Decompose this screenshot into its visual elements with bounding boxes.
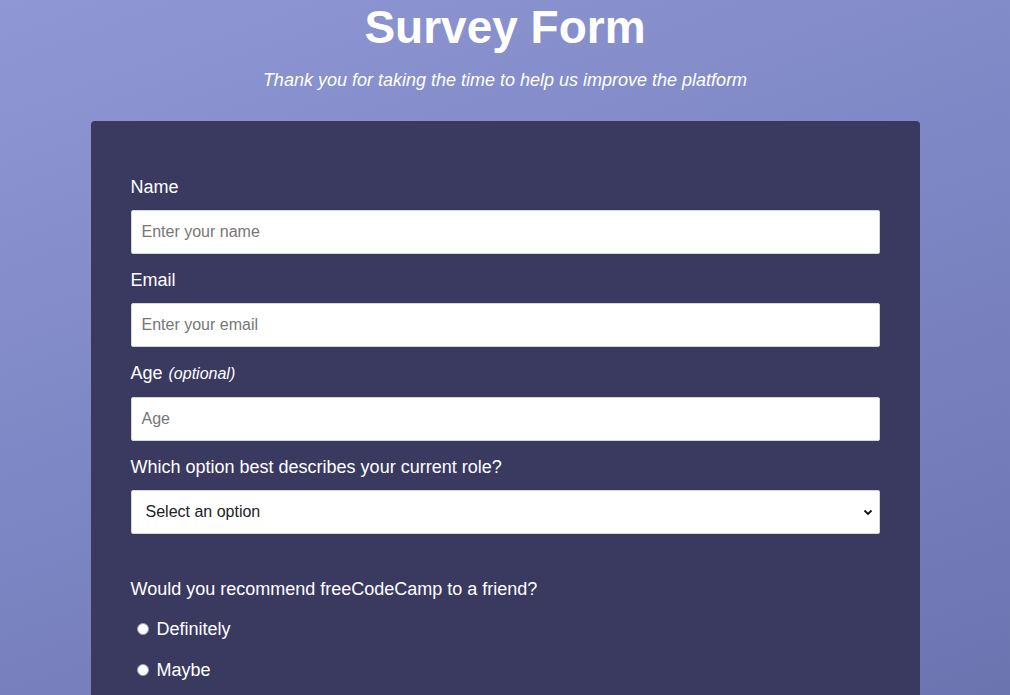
- form-field: Which option best describes your current…: [131, 455, 880, 534]
- input-placeholder: Age: [142, 407, 170, 431]
- input-placeholder: Enter your email: [142, 313, 259, 337]
- field-label: Which option best describes your current…: [131, 455, 880, 479]
- form-field: Email Enter your email: [131, 268, 880, 347]
- text-input[interactable]: Age: [131, 397, 880, 441]
- radio-group-label: Would you recommend freeCodeCamp to a fr…: [131, 577, 880, 601]
- field-label: Name: [131, 175, 880, 199]
- select-value: Select an option: [146, 500, 261, 524]
- page-title: Survey Form: [0, 0, 1010, 54]
- field-label: Email: [131, 268, 880, 292]
- text-input[interactable]: Enter your name: [131, 210, 880, 254]
- survey-page: Survey Form Thank you for taking the time…: [0, 0, 1010, 695]
- field-note: (optional): [169, 365, 236, 382]
- field-label: Age(optional): [131, 361, 880, 386]
- input-placeholder: Enter your name: [142, 220, 260, 244]
- radio-option[interactable]: Maybe: [131, 658, 880, 682]
- form-field: Age(optional) Age: [131, 361, 880, 441]
- radio-label: Definitely: [157, 617, 231, 641]
- page-subtitle: Thank you for taking the time to help us…: [0, 68, 1010, 92]
- form-field: Name Enter your name: [131, 175, 880, 254]
- radio-group: Would you recommend freeCodeCamp to a fr…: [131, 577, 880, 682]
- radio-option[interactable]: Definitely: [131, 617, 880, 641]
- radio-circle[interactable]: [137, 623, 149, 635]
- role-select[interactable]: Select an option: [131, 490, 880, 534]
- radio-label: Maybe: [157, 658, 211, 682]
- radio-circle[interactable]: [137, 664, 149, 676]
- chevron-down-icon: [863, 507, 873, 517]
- survey-card: Name Enter your name Email Enter your email…: [91, 121, 920, 695]
- text-input[interactable]: Enter your email: [131, 303, 880, 347]
